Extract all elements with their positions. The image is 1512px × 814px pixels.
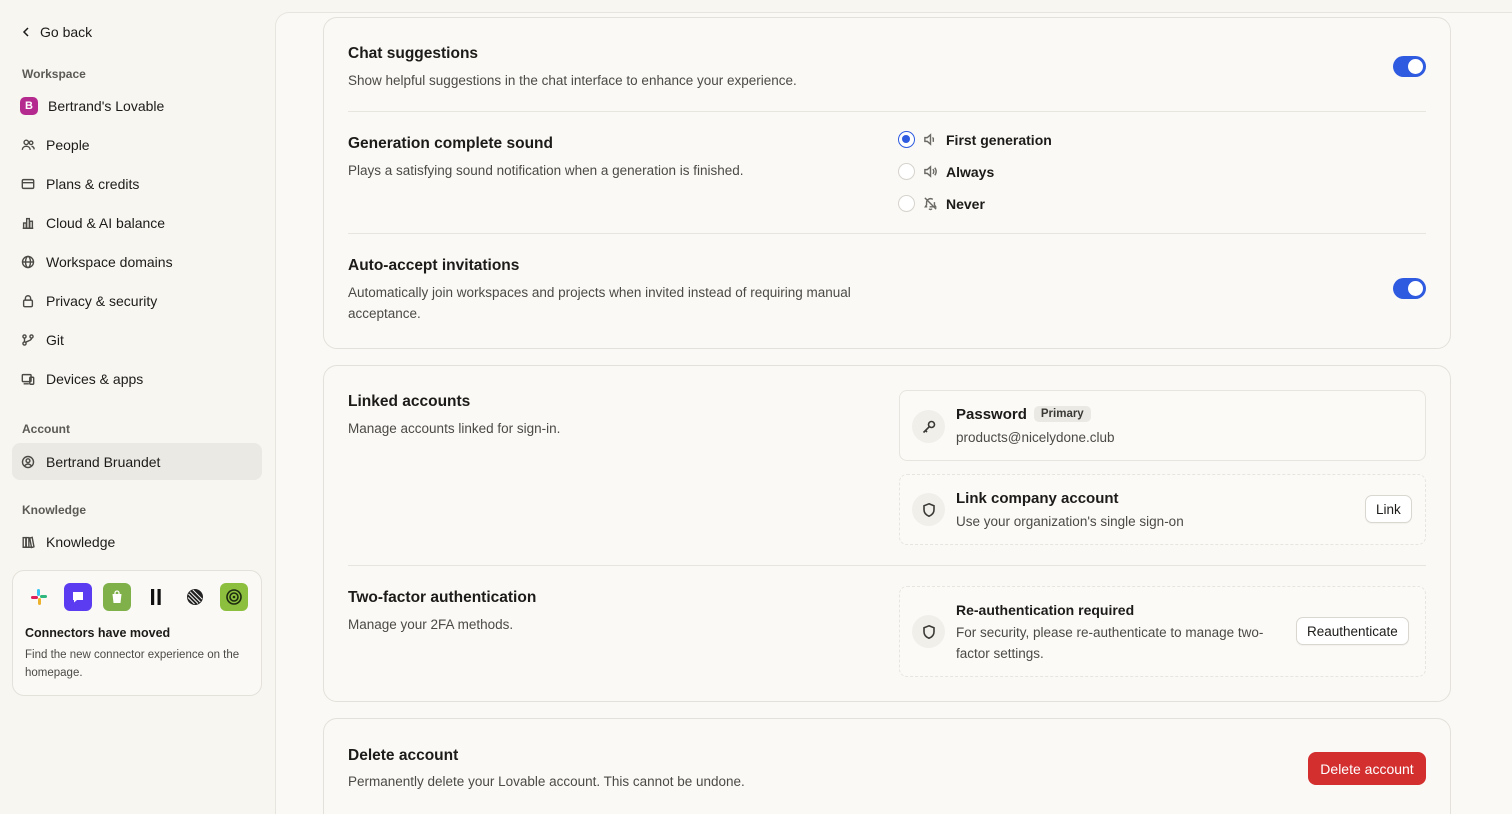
linked-accounts-desc: Manage accounts linked for sign-in. (348, 421, 561, 436)
primary-badge: Primary (1033, 406, 1091, 422)
workspace-avatar: B (20, 97, 38, 115)
shield-icon (912, 615, 945, 648)
two-factor-desc: Manage your 2FA methods. (348, 617, 514, 632)
reauth-notice: Re-authentication required For security,… (899, 586, 1426, 677)
connectors-title: Connectors have moved (25, 626, 171, 640)
sidebar: Go back Workspace B Bertrand's Lovable P… (0, 0, 274, 814)
people-icon (20, 137, 36, 153)
speaker-one-icon (924, 133, 935, 146)
sidebar-item-label: Bertrand Bruandet (46, 453, 161, 470)
sound-option-label: First generation (946, 131, 1052, 148)
account-section-label: Account (22, 422, 70, 436)
generation-sound-desc: Plays a satisfying sound notification wh… (348, 163, 744, 178)
radio-unselected[interactable] (898, 195, 915, 212)
company-account-desc: Use your organization's single sign-on (956, 514, 1184, 529)
delete-account-button[interactable]: Delete account (1308, 752, 1426, 785)
delete-account-desc: Permanently delete your Lovable account.… (348, 774, 745, 789)
sidebar-item-git[interactable]: Git (12, 322, 262, 358)
chat-suggestions-desc: Show helpful suggestions in the chat int… (348, 73, 797, 88)
sidebar-item-label: People (46, 137, 90, 153)
sound-option-always[interactable]: Always (898, 163, 994, 180)
sidebar-item-label: Git (46, 332, 64, 348)
reauth-desc: For security, please re-authenticate to … (956, 625, 1264, 661)
reauth-title: Re-authentication required (956, 602, 1135, 618)
sidebar-item-people[interactable]: People (12, 127, 262, 163)
sidebar-item-label: Plans & credits (46, 176, 140, 192)
sidebar-item-plans[interactable]: Plans & credits (12, 166, 262, 202)
sidebar-item-label: Privacy & security (46, 293, 158, 309)
auto-accept-desc: Automatically join workspaces and projec… (348, 285, 851, 321)
sound-option-first-generation[interactable]: First generation (898, 131, 1052, 148)
speaker-icon (924, 165, 937, 178)
two-factor-title: Two-factor authentication (348, 589, 537, 606)
sidebar-item-cloud-balance[interactable]: Cloud & AI balance (12, 205, 262, 241)
link-button[interactable]: Link (1365, 495, 1412, 523)
sidebar-item-label: Cloud & AI balance (46, 215, 166, 231)
credit-card-icon (20, 176, 36, 192)
sidebar-item-account[interactable]: Bertrand Bruandet (12, 443, 262, 480)
delete-account-card (323, 718, 1451, 814)
devices-icon (20, 371, 36, 387)
password-title: Password (956, 406, 1027, 423)
reauthenticate-button[interactable]: Reauthenticate (1296, 617, 1409, 645)
divider (348, 565, 1426, 566)
company-account: Link company account Use your organizati… (899, 474, 1426, 545)
linked-accounts-title: Linked accounts (348, 393, 471, 410)
password-email: products@nicelydone.club (956, 430, 1115, 445)
radio-selected[interactable] (898, 131, 915, 148)
library-icon (20, 534, 36, 550)
company-account-title: Link company account (956, 490, 1119, 507)
password-account: Password Primary products@nicelydone.club (899, 390, 1426, 461)
divider (348, 111, 1426, 112)
sidebar-item-label: Knowledge (46, 534, 116, 550)
knowledge-section-label: Knowledge (22, 503, 87, 517)
chat-app-icon (64, 583, 92, 611)
globe-icon (20, 254, 36, 270)
radio-unselected[interactable] (898, 163, 915, 180)
shopify-icon (103, 583, 131, 611)
linear-icon (181, 583, 209, 611)
divider (348, 233, 1426, 234)
sidebar-item-knowledge[interactable]: Knowledge (12, 524, 262, 560)
git-branch-icon (20, 332, 36, 348)
connectors-text: Find the new connector experience on the… (25, 649, 240, 679)
sound-option-label: Always (946, 163, 995, 180)
chat-suggestions-toggle[interactable] (1393, 56, 1426, 77)
generation-sound-title: Generation complete sound (348, 135, 553, 152)
sidebar-item-label: Bertrand's Lovable (48, 98, 165, 114)
connectors-notice: Connectors have moved Find the new conne… (12, 570, 262, 696)
pause-bars-icon (142, 583, 170, 611)
sound-option-never[interactable]: Never (898, 195, 985, 212)
sidebar-item-devices[interactable]: Devices & apps (12, 361, 262, 397)
sidebar-item-label: Workspace domains (46, 254, 173, 270)
auto-accept-title: Auto-accept invitations (348, 257, 520, 274)
bar-chart-icon (20, 215, 36, 231)
user-circle-icon (20, 454, 36, 470)
slack-icon (25, 583, 53, 611)
sidebar-item-privacy[interactable]: Privacy & security (12, 283, 262, 319)
go-back-label: Go back (40, 24, 93, 40)
sidebar-item-label: Devices & apps (46, 371, 144, 387)
key-icon (912, 410, 945, 443)
chat-suggestions-title: Chat suggestions (348, 45, 479, 62)
spiral-app-icon (220, 583, 248, 611)
shield-icon (912, 493, 945, 526)
sidebar-item-workspace[interactable]: B Bertrand's Lovable (12, 88, 262, 124)
delete-account-title: Delete account (348, 747, 459, 764)
sound-option-label: Never (946, 195, 985, 212)
auto-accept-toggle[interactable] (1393, 278, 1426, 299)
lock-icon (20, 293, 36, 309)
workspace-section-label: Workspace (22, 67, 86, 81)
sidebar-item-domains[interactable]: Workspace domains (12, 244, 262, 280)
go-back-button[interactable]: Go back (20, 22, 92, 42)
chevron-left-icon (22, 27, 29, 37)
bell-off-icon (924, 197, 937, 211)
